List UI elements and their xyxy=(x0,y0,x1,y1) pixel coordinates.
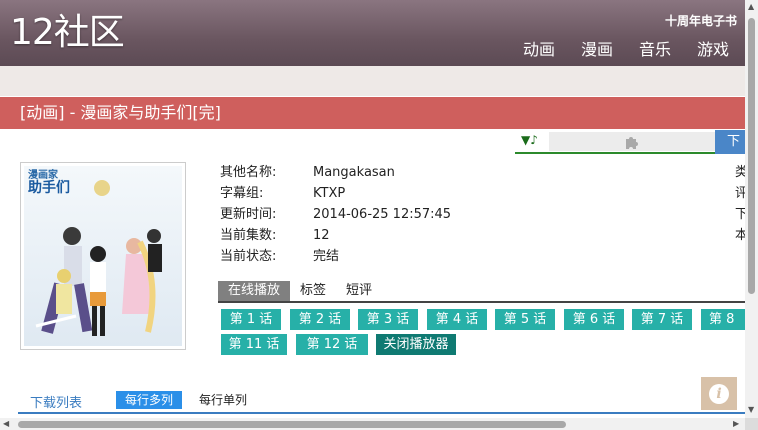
nav-anime[interactable]: 动画 xyxy=(523,36,555,60)
tab-tags[interactable]: 标签 xyxy=(290,281,336,301)
sub-bar xyxy=(0,66,745,96)
episode-button[interactable]: 第 6 话 xyxy=(564,309,624,330)
episode-button[interactable]: 第 8 话 xyxy=(701,309,751,330)
page-title: [动画] - 漫画家与助手们[完] xyxy=(20,103,221,122)
main-nav: 动画 漫画 音乐 游戏 xyxy=(523,36,729,60)
info-row: 更新时间: 2014-06-25 12:57:45 xyxy=(220,207,452,222)
info-row: 当前集数: 12 xyxy=(220,228,330,243)
info-row: 当前状态: 完结 xyxy=(220,249,340,264)
single-column-toggle[interactable]: 每行单列 xyxy=(199,391,247,409)
download-list-label: 下载列表 xyxy=(30,396,83,411)
scroll-up-icon[interactable]: ▲ xyxy=(748,2,754,11)
close-player-button[interactable]: 关闭播放器 xyxy=(376,334,456,355)
page-title-bar: [动画] - 漫画家与助手们[完] xyxy=(0,97,745,129)
info-icon: i xyxy=(709,383,729,404)
detail-tabs: 在线播放 标签 短评 xyxy=(218,281,745,303)
toolbar-underline xyxy=(515,152,715,154)
info-button[interactable]: i xyxy=(701,377,737,410)
scroll-down-icon[interactable]: ▼ xyxy=(748,405,754,414)
nav-comics[interactable]: 漫画 xyxy=(581,36,613,60)
anniversary-ebook-link[interactable]: 十周年电子书 xyxy=(665,12,737,29)
vertical-scrollbar[interactable]: ▲ ▼ xyxy=(745,0,758,418)
vertical-scroll-thumb[interactable] xyxy=(748,18,755,294)
anime-info: 其他名称: Mangakasan 字幕组: KTXP 更新时间: 2014-06-25… xyxy=(220,162,451,267)
episode-button[interactable]: 第 12 话 xyxy=(296,334,368,355)
episode-button[interactable]: 第 3 话 xyxy=(358,309,418,330)
puzzle-icon[interactable] xyxy=(549,132,715,151)
nav-music[interactable]: 音乐 xyxy=(639,36,671,60)
player-toolbar: ▼♪ 下 xyxy=(515,130,755,154)
tab-reviews[interactable]: 短评 xyxy=(336,281,382,301)
info-row: 字幕组: KTXP xyxy=(220,186,346,201)
multi-column-toggle[interactable]: 每行多列 xyxy=(116,391,183,409)
info-row: 其他名称: Mangakasan xyxy=(220,165,395,180)
download-list-header: 下载列表 每行多列 每行单列 xyxy=(18,390,745,414)
horizontal-scrollbar[interactable]: ◀ ▶ xyxy=(0,418,745,430)
episode-button[interactable]: 第 7 话 xyxy=(632,309,692,330)
episode-button[interactable]: 第 5 话 xyxy=(495,309,555,330)
episode-button[interactable]: 第 1 话 xyxy=(221,309,281,330)
cover-image: 漫画家 助手们 xyxy=(20,162,186,350)
site-logo[interactable]: 12社区 xyxy=(10,8,125,58)
site-header: 12社区 十周年电子书 动画 漫画 音乐 游戏 xyxy=(0,0,745,66)
episode-button[interactable]: 第 11 话 xyxy=(221,334,287,355)
nav-games[interactable]: 游戏 xyxy=(697,36,729,60)
music-icon[interactable]: ▼♪ xyxy=(521,133,538,147)
horizontal-scroll-thumb[interactable] xyxy=(18,421,566,428)
scroll-right-icon[interactable]: ▶ xyxy=(733,419,739,428)
scrollbar-corner xyxy=(745,418,758,430)
tab-online-play[interactable]: 在线播放 xyxy=(218,281,291,301)
scroll-left-icon[interactable]: ◀ xyxy=(3,419,9,428)
episode-button[interactable]: 第 4 话 xyxy=(427,309,487,330)
episode-button[interactable]: 第 2 话 xyxy=(290,309,350,330)
